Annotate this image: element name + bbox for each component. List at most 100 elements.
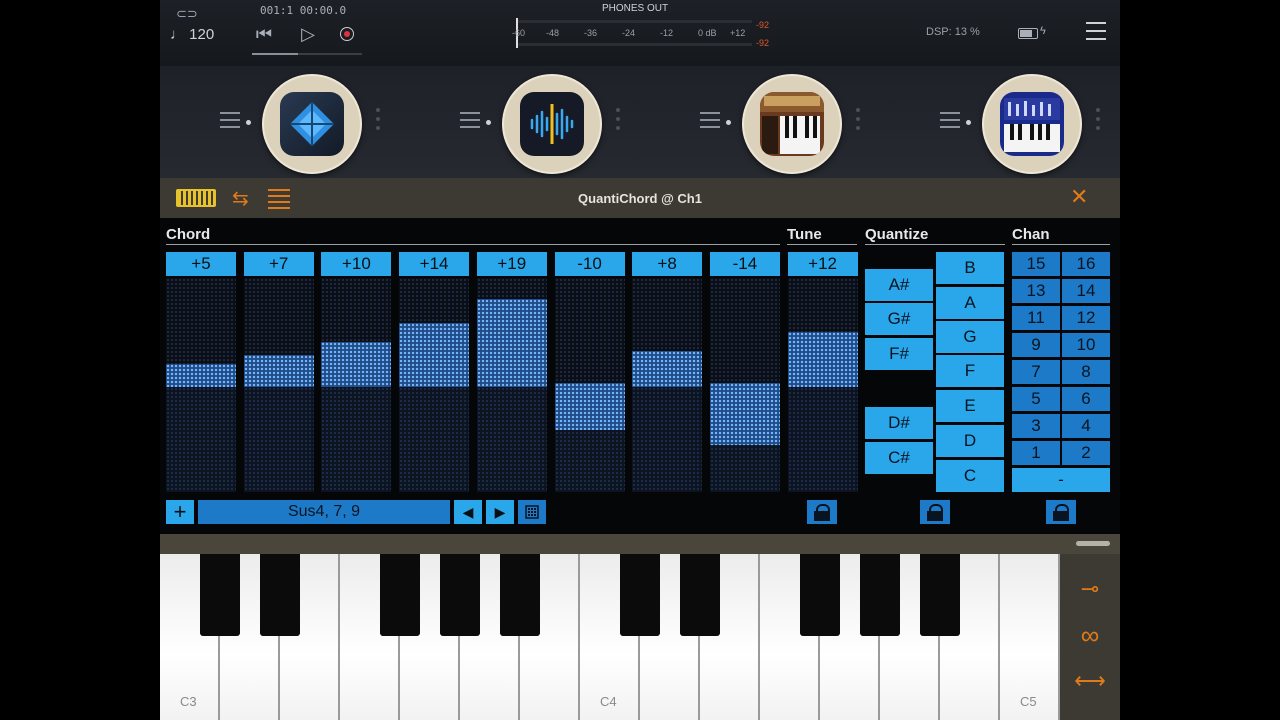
quantize-button-a[interactable]: A xyxy=(936,287,1004,319)
dsp-readout: DSP: 13 % xyxy=(926,26,980,38)
channel-button[interactable]: 1 xyxy=(1012,441,1060,465)
channel-button[interactable]: 10 xyxy=(1062,333,1110,357)
channel-button[interactable]: 13 xyxy=(1012,279,1060,303)
channel-button[interactable]: 3 xyxy=(1012,414,1060,438)
meter-tick: -24 xyxy=(622,28,636,38)
grid-icon[interactable] xyxy=(518,500,546,524)
panel-title: QuantiChord @ Ch1 xyxy=(578,191,702,206)
chord-interval-label[interactable]: +5 xyxy=(166,252,236,276)
chord-interval-slider[interactable] xyxy=(321,278,392,492)
quantize-lock-icon[interactable] xyxy=(920,500,950,524)
slot-menu-icon[interactable] xyxy=(940,112,960,133)
black-key[interactable] xyxy=(620,554,660,636)
black-key[interactable] xyxy=(380,554,420,636)
plugin-slot-3[interactable] xyxy=(700,74,860,174)
connector-dot xyxy=(246,120,251,125)
diamond-app-icon[interactable] xyxy=(280,92,344,156)
plugin-slot-2[interactable] xyxy=(460,74,620,174)
black-key[interactable] xyxy=(920,554,960,636)
chan-lock-icon[interactable] xyxy=(1046,500,1076,524)
chord-interval-label[interactable]: +19 xyxy=(476,252,547,276)
record-icon[interactable] xyxy=(340,27,354,41)
quantize-button-d[interactable]: D xyxy=(936,425,1004,457)
play-icon[interactable]: ▷ xyxy=(296,22,320,46)
black-key[interactable] xyxy=(200,554,240,636)
arrows-icon[interactable]: ⟷ xyxy=(1060,668,1120,694)
chord-interval-label[interactable]: +14 xyxy=(399,252,470,276)
organ-app-icon[interactable] xyxy=(760,92,824,156)
quantize-button-a-sharp[interactable]: A# xyxy=(865,269,933,301)
black-key[interactable] xyxy=(680,554,720,636)
chord-interval-label[interactable]: -10 xyxy=(554,252,625,276)
close-icon[interactable]: ✕ xyxy=(1070,184,1088,210)
channel-button[interactable]: 15 xyxy=(1012,252,1060,276)
wrench-icon[interactable]: ⊸ xyxy=(1060,576,1120,602)
link-icon[interactable]: ⊂⊃ xyxy=(176,6,198,22)
black-key[interactable] xyxy=(440,554,480,636)
quantize-button-f-sharp[interactable]: F# xyxy=(865,338,933,370)
piano-keyboard[interactable]: C3 C4 C5 xyxy=(160,554,1060,720)
scrub-bar[interactable] xyxy=(252,53,362,55)
prev-preset-button[interactable]: ◀ xyxy=(454,500,482,524)
channel-none-button[interactable]: - xyxy=(1012,468,1110,492)
channel-button[interactable]: 4 xyxy=(1062,414,1110,438)
quantize-button-b[interactable]: B xyxy=(936,252,1004,284)
black-key[interactable] xyxy=(800,554,840,636)
chord-interval-slider[interactable] xyxy=(476,278,547,492)
chord-interval-slider[interactable] xyxy=(709,278,780,492)
black-key[interactable] xyxy=(860,554,900,636)
quantize-button-g[interactable]: G xyxy=(936,321,1004,353)
chord-interval-slider[interactable] xyxy=(554,278,625,492)
plugin-slot-4[interactable] xyxy=(940,74,1100,174)
channel-button[interactable]: 16 xyxy=(1062,252,1110,276)
channel-button[interactable]: 2 xyxy=(1062,441,1110,465)
plugin-slots xyxy=(160,66,1120,178)
menu-icon[interactable] xyxy=(1086,22,1106,46)
slot-more-icon[interactable] xyxy=(1096,108,1100,135)
waveform-app-icon[interactable] xyxy=(520,92,584,156)
tempo-display[interactable]: ♩ 120 xyxy=(170,26,214,43)
plugin-slot-1[interactable] xyxy=(220,74,380,174)
slot-more-icon[interactable] xyxy=(616,108,620,135)
quantize-button-c[interactable]: C xyxy=(936,460,1004,492)
slot-menu-icon[interactable] xyxy=(700,112,720,133)
tune-slider[interactable] xyxy=(787,278,858,492)
slot-menu-icon[interactable] xyxy=(460,112,480,133)
slot-menu-icon[interactable] xyxy=(220,112,240,133)
quantize-button-e[interactable]: E xyxy=(936,390,1004,422)
chord-interval-label[interactable]: +7 xyxy=(243,252,314,276)
tune-lock-icon[interactable] xyxy=(807,500,837,524)
channel-button[interactable]: 8 xyxy=(1062,360,1110,384)
preset-name-field[interactable]: Sus4, 7, 9 xyxy=(198,500,450,524)
tune-value-label[interactable]: +12 xyxy=(787,252,858,276)
chord-interval-label[interactable]: +10 xyxy=(321,252,392,276)
channel-button[interactable]: 14 xyxy=(1062,279,1110,303)
infinity-icon[interactable]: ∞ xyxy=(1060,620,1120,651)
keyboard-divider[interactable] xyxy=(160,534,1120,554)
rewind-icon[interactable]: ⏮ xyxy=(252,22,276,46)
slot-more-icon[interactable] xyxy=(856,108,860,135)
chord-interval-slider[interactable] xyxy=(632,278,703,492)
chord-interval-label[interactable]: -14 xyxy=(709,252,780,276)
black-key[interactable] xyxy=(260,554,300,636)
chord-interval-slider[interactable] xyxy=(399,278,470,492)
slot-more-icon[interactable] xyxy=(376,108,380,135)
quantize-button-g-sharp[interactable]: G# xyxy=(865,303,933,335)
quantize-button-d-sharp[interactable]: D# xyxy=(865,407,933,439)
quantize-button-c-sharp[interactable]: C# xyxy=(865,442,933,474)
channel-button[interactable]: 5 xyxy=(1012,387,1060,411)
channel-button[interactable]: 11 xyxy=(1012,306,1060,330)
chord-interval-label[interactable]: +8 xyxy=(632,252,703,276)
channel-button[interactable]: 7 xyxy=(1012,360,1060,384)
chord-interval-slider[interactable] xyxy=(166,278,236,492)
resize-grip[interactable] xyxy=(1076,541,1110,546)
chord-interval-slider[interactable] xyxy=(243,278,314,492)
next-preset-button[interactable]: ▶ xyxy=(486,500,514,524)
channel-button[interactable]: 9 xyxy=(1012,333,1060,357)
add-button[interactable]: + xyxy=(166,500,194,524)
channel-button[interactable]: 12 xyxy=(1062,306,1110,330)
channel-button[interactable]: 6 xyxy=(1062,387,1110,411)
quantize-button-f[interactable]: F xyxy=(936,355,1004,387)
synth-app-icon[interactable] xyxy=(1000,92,1064,156)
black-key[interactable] xyxy=(500,554,540,636)
